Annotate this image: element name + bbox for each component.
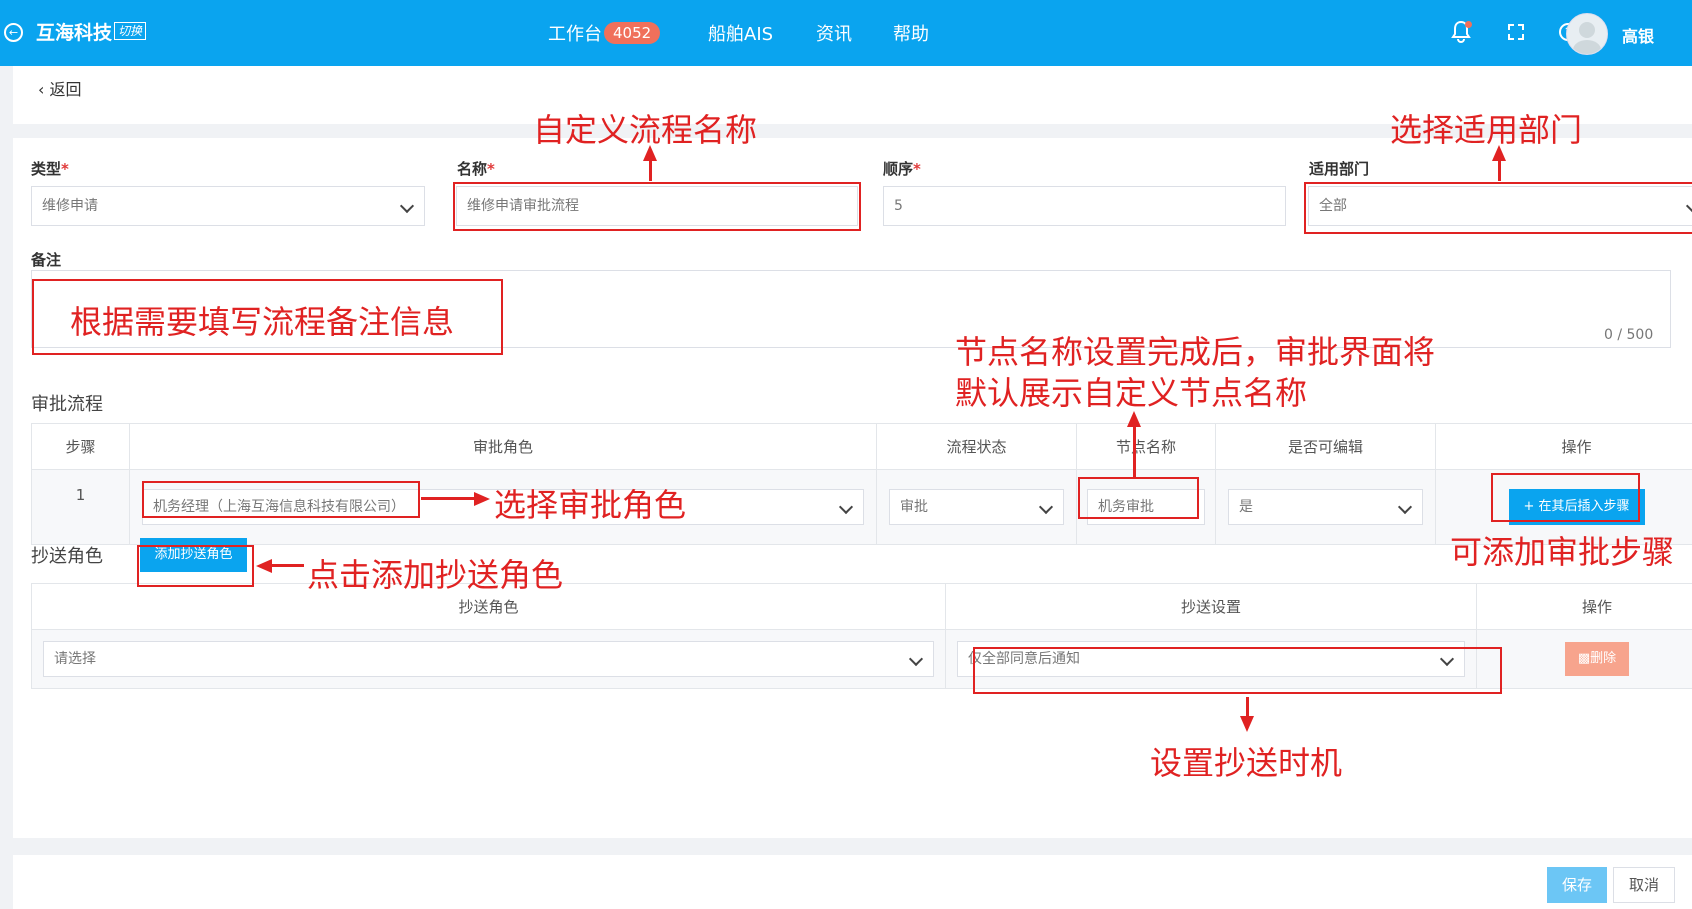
- user-name[interactable]: 高银: [1622, 23, 1654, 47]
- brand-name: 互海科技: [36, 22, 113, 44]
- col-role: 审批角色: [129, 423, 877, 470]
- approval-header-row: 步骤 审批角色 流程状态 节点名称 是否可编辑 操作: [31, 423, 1692, 470]
- name-label: 名称*: [457, 160, 495, 178]
- role-highlight-box: [142, 481, 420, 518]
- annotation-name: 自定义流程名称: [533, 111, 758, 149]
- delete-button[interactable]: ▩删除: [1565, 642, 1629, 676]
- col-editable: 是否可编辑: [1215, 423, 1436, 470]
- cc-role-select[interactable]: 请选择: [43, 641, 934, 677]
- node-name-highlight-box: [1078, 477, 1199, 519]
- workbench-badge: 4052: [604, 22, 661, 44]
- back-link[interactable]: ‹ 返回: [38, 76, 82, 100]
- switch-company-link[interactable]: 切换: [114, 22, 147, 40]
- chevron-down-icon: [1038, 499, 1054, 515]
- exit-icon[interactable]: ←: [4, 23, 23, 42]
- order-input[interactable]: 5: [883, 186, 1286, 226]
- annotation-node-line1: 节点名称设置完成后，审批界面将: [955, 333, 1436, 371]
- annotation-remark: 根据需要填写流程备注信息: [70, 303, 455, 341]
- approval-section-title: 审批流程: [31, 394, 103, 415]
- top-bar: ← 互海科技 切换 工作台 4052 船舶AIS 资讯 帮助 ? 高银: [0, 0, 1692, 66]
- cc-setting-highlight-box: [973, 647, 1502, 694]
- chevron-down-icon: [908, 651, 924, 667]
- order-value: 5: [894, 198, 903, 214]
- delete-label: 删除: [1590, 651, 1617, 666]
- add-cc-highlight-box: [137, 545, 254, 587]
- footer-panel: [13, 855, 1692, 909]
- cc-role-placeholder: 请选择: [54, 651, 96, 667]
- status-value: 审批: [900, 499, 928, 515]
- name-highlight-box: [453, 182, 861, 231]
- col-cc-action: 操作: [1476, 583, 1692, 630]
- cc-section-title: 抄送角色: [31, 546, 103, 567]
- trash-icon: ▩: [1577, 651, 1591, 666]
- annotation-add-step: 可添加审批步骤: [1450, 533, 1675, 571]
- type-select[interactable]: 维修申请: [31, 186, 425, 226]
- dept-highlight-box: [1304, 182, 1692, 234]
- nav-news[interactable]: 资讯: [816, 20, 852, 46]
- cancel-button[interactable]: 取消: [1613, 867, 1675, 903]
- annotation-line: [1133, 424, 1136, 479]
- nav-ship-ais[interactable]: 船舶AIS: [708, 20, 773, 46]
- save-button[interactable]: 保存: [1547, 867, 1607, 903]
- col-status: 流程状态: [876, 423, 1077, 470]
- dept-label: 适用部门: [1309, 160, 1370, 178]
- cc-header-row: 抄送角色 抄送设置 操作: [31, 583, 1692, 630]
- type-value: 维修申请: [42, 198, 98, 214]
- editable-value: 是: [1239, 499, 1253, 515]
- avatar[interactable]: [1566, 13, 1608, 55]
- chevron-down-icon: [399, 198, 415, 214]
- editable-select[interactable]: 是: [1228, 489, 1423, 525]
- annotation-line: [421, 497, 477, 500]
- col-node-name: 节点名称: [1076, 423, 1216, 470]
- status-select[interactable]: 审批: [889, 489, 1064, 525]
- chevron-down-icon: [838, 499, 854, 515]
- remark-counter: 0 / 500: [1604, 327, 1654, 343]
- col-cc-setting: 抄送设置: [945, 583, 1477, 630]
- type-label: 类型*: [31, 160, 69, 178]
- back-label: 返回: [49, 80, 82, 99]
- col-step: 步骤: [31, 423, 130, 470]
- arrow-right-icon: [474, 492, 490, 506]
- nav-workbench[interactable]: 工作台: [548, 20, 602, 46]
- nav-help[interactable]: 帮助: [893, 20, 929, 46]
- notification-dot: [1465, 21, 1472, 28]
- remark-label: 备注: [31, 251, 62, 269]
- annotation-line: [270, 564, 304, 567]
- insert-step-highlight-box: [1491, 473, 1640, 522]
- annotation-node-line2: 默认展示自定义节点名称: [955, 374, 1308, 412]
- col-action: 操作: [1435, 423, 1692, 470]
- chevron-down-icon: [1397, 499, 1413, 515]
- annotation-dept: 选择适用部门: [1390, 111, 1583, 149]
- arrow-down-icon: [1240, 716, 1254, 732]
- annotation-cc-setting: 设置抄送时机: [1150, 744, 1343, 782]
- order-label: 顺序*: [883, 160, 921, 178]
- annotation-role: 选择审批角色: [494, 486, 687, 524]
- fullscreen-icon[interactable]: [1504, 22, 1528, 47]
- step-number: 1: [31, 469, 130, 545]
- annotation-add-cc: 点击添加抄送角色: [307, 556, 564, 594]
